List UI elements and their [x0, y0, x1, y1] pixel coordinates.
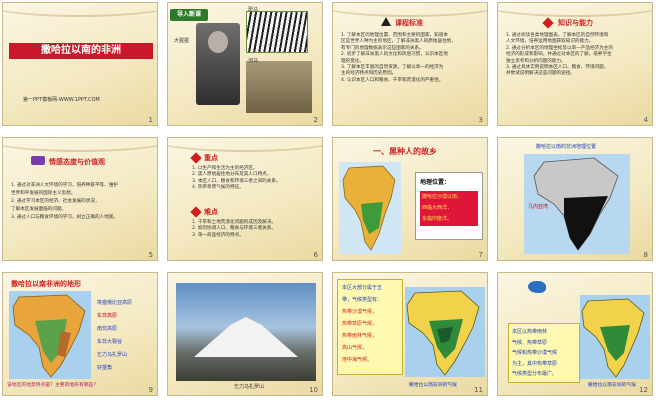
slide-thumbnail-5[interactable]: 情感态度与价值观 1. 通过对非洲人文环境的学习，培养种族平等、维护 世界和平发…: [2, 137, 158, 261]
slide-3-body: 1. 了解本区的地理位置、范围和主要的国家，知道本 区是世界人种为主的地区，了解…: [341, 33, 456, 83]
slide-11-intro: 本区大部分属于五: [342, 285, 383, 291]
slide-thumbnail-12[interactable]: 本区以热带雨林 气候、热带草原 气候和热带沙漠气候 为主，其中热带草原 气候类型…: [497, 272, 653, 396]
slide-11-caption: 撒哈拉以南非洲的气候: [409, 383, 457, 388]
slide-6-difficult-points: 1. 干旱和土地荒漠化问题的成因及解决。 2. 如何协调人口、粮食与环境三者关系…: [192, 220, 276, 238]
climate-summary-box: 本区以热带雨林 气候、热带草原 气候和热带沙漠气候 为主，其中热带草原 气候类型…: [508, 323, 580, 383]
slide-3-heading: 课程标准: [395, 19, 423, 27]
slide-4-body: 1. 通过阅读各类地理图表，了解本区的自然环境和 人文环境，培养运用地图获取知识…: [506, 33, 613, 77]
slide-number: 7: [478, 251, 483, 259]
slide-6-key-points: 1. 以生产和生活为主的经济区。 2. 黑人原始居住地分布及其人口特点。 3. …: [192, 166, 281, 191]
location-box: 地理位置： 撒哈拉沙漠以南， 西临大西洋， 东临印度洋。: [415, 172, 483, 240]
slide-9-question: 该地区的地势特点是？主要的地形有哪些？: [7, 383, 99, 388]
slide-1-title-bar: 撒哈拉以南的非洲: [9, 43, 153, 59]
slide-11-list: 带，气候类型有： 热带沙漠气候， 热带草原气候， 热带雨林气候， 高山气候， 地…: [342, 297, 383, 363]
slide-1-footer: 第一PPT模板网-WWW.1PPT.COM: [23, 97, 100, 103]
slide-12-caption: 撒哈拉以南非洲的气候: [588, 383, 636, 388]
slide-sorter-grid: 撒哈拉以南的非洲 第一PPT模板网-WWW.1PPT.COM 1 导入新课 大猩…: [0, 0, 660, 406]
slide-thumbnail-9[interactable]: 撒哈拉以南非洲的地形 埃塞俄比亚高原 东非高原 南非高原 东非大裂谷 乞力马扎罗…: [2, 272, 158, 396]
slide-5-heading: 情感态度与价值观: [49, 158, 105, 166]
zebra-photo: [246, 11, 308, 53]
slide-thumbnail-6[interactable]: 重点 1. 以生产和生活为主的经济区。 2. 黑人原始居住地分布及其人口特点。 …: [167, 137, 323, 261]
slide-thumbnail-11[interactable]: 本区大部分属于五 带，气候类型有： 热带沙漠气候， 热带草原气候， 热带雨林气候…: [332, 272, 488, 396]
slide-number: 5: [148, 251, 153, 259]
terrain-map: [9, 291, 91, 379]
slide-thumbnail-10[interactable]: 乞力马扎罗山 10: [167, 272, 323, 396]
slide-number: 8: [643, 251, 648, 259]
slide-number: 1: [148, 116, 153, 124]
africa-map: [339, 162, 401, 254]
location-box-body: 撒哈拉沙漠以南， 西临大西洋， 东临印度洋。: [420, 191, 478, 226]
slide-5-body: 1. 通过对非洲人文环境的学习，培养种族平等、维护 世界和平发展的国际主义思想。…: [11, 183, 118, 220]
slide-thumbnail-7[interactable]: 一、黑种人的故乡 地理位置： 撒哈拉沙漠以南， 西临大西洋， 东临印度洋。 7: [332, 137, 488, 261]
slide-9-heading: 撒哈拉以南非洲的地形: [11, 280, 81, 288]
slide-6-heading-difficult: 难点: [204, 208, 218, 216]
slide-8-label-gulf: 几内亚湾: [528, 204, 549, 210]
slide-7-heading: 一、黑种人的故乡: [373, 147, 437, 156]
slide-thumbnail-3[interactable]: 课程标准 1. 了解本区的地理位置、范围和主要的国家，知道本 区是世界人种为主的…: [332, 2, 488, 126]
slide-thumbnail-4[interactable]: 知识与能力 1. 通过阅读各类地理图表，了解本区的自然环境和 人文环境，培养运用…: [497, 2, 653, 126]
slide-2-label-zebra: 斑马: [248, 7, 259, 13]
climate-map: [405, 287, 485, 377]
slide-thumbnail-2[interactable]: 导入新课 大猩猩 斑马 河马 2: [167, 2, 323, 126]
warning-icon: [381, 17, 391, 26]
slide-number: 4: [643, 116, 648, 124]
slide-number: 9: [148, 386, 153, 394]
slide-number: 2: [313, 116, 318, 124]
slide-number: 6: [313, 251, 318, 259]
slide-12-summary: 本区以热带雨林 气候、热带草原 气候和热带沙漠气候 为主，其中热带草原 气候类型…: [512, 329, 558, 377]
slide-4-heading: 知识与能力: [558, 19, 593, 27]
slide-number: 10: [309, 386, 318, 394]
climate-map: [580, 295, 650, 379]
slide-number: 11: [474, 386, 483, 394]
slide-2-badge: 导入新课: [170, 9, 208, 21]
diamond-icon: [542, 17, 554, 29]
climate-text-box: 本区大部分属于五 带，气候类型有： 热带沙漠气候， 热带草原气候， 热带雨林气候…: [337, 279, 403, 375]
slide-6-heading-key: 重点: [204, 154, 218, 162]
star-icon: [190, 152, 202, 164]
slide-thumbnail-8[interactable]: 撒哈拉以南的非洲地理位置 几内亚湾 8: [497, 137, 653, 261]
kilimanjaro-photo: [176, 283, 316, 381]
slide-8-heading: 撒哈拉以南的非洲地理位置: [536, 144, 597, 150]
slide-10-caption: 乞力马扎罗山: [234, 384, 265, 390]
hippo-photo: [246, 61, 312, 113]
slide-number: 3: [478, 116, 483, 124]
slide-2-label-hippo: 河马: [248, 58, 259, 64]
star-icon: [190, 206, 202, 218]
slide-number: 12: [639, 386, 648, 394]
slide-1-title: 撒哈拉以南的非洲: [41, 45, 121, 56]
slide-2-label-gorilla: 大猩猩: [174, 38, 190, 44]
slide-thumbnail-1[interactable]: 撒哈拉以南的非洲 第一PPT模板网-WWW.1PPT.COM 1: [2, 2, 158, 126]
parrot-icon: [528, 281, 546, 293]
slide-2-badge-text: 导入新课: [176, 11, 201, 18]
gorilla-photo: [196, 23, 240, 105]
book-icon: [31, 156, 45, 165]
location-box-title: 地理位置：: [420, 179, 451, 186]
slide-9-labels: 埃塞俄比亚高原 东非高原 南非高原 东非大裂谷 乞力马扎罗山 好望角: [97, 300, 133, 371]
